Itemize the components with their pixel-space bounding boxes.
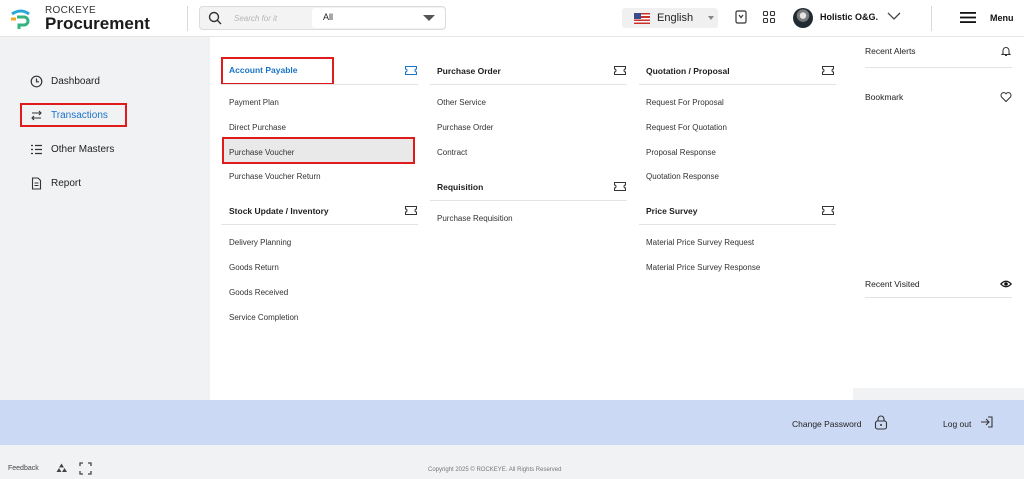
search-scope-select[interactable]: All — [312, 8, 445, 28]
section-title-requisition[interactable]: Requisition — [437, 182, 483, 196]
menu-link-material-price-survey-response[interactable]: Material Price Survey Response — [646, 263, 760, 272]
nav-item-transactions[interactable]: Transactions — [20, 103, 127, 127]
nav-item-other-masters[interactable]: Other Masters — [20, 138, 114, 160]
top-header: ROCKEYE Procurement All English Holistic… — [0, 0, 1024, 37]
menu-link-purchase-requisition[interactable]: Purchase Requisition — [437, 214, 513, 223]
lock-icon[interactable] — [873, 414, 889, 430]
nav-item-dashboard[interactable]: Dashboard — [20, 70, 100, 92]
recycle-icon[interactable] — [55, 462, 68, 475]
copyright-text: Copyright 2025 © ROCKEYE. All Rights Res… — [428, 467, 562, 473]
menu-link-purchase-voucher[interactable]: Purchase Voucher — [229, 148, 294, 157]
nav-item-report[interactable]: Report — [20, 172, 81, 194]
language-label: English — [657, 12, 694, 24]
nav-label-report: Report — [51, 177, 82, 189]
menu-link-material-price-survey-request[interactable]: Material Price Survey Request — [646, 238, 754, 247]
section-divider — [221, 84, 418, 85]
search-input[interactable] — [234, 10, 306, 27]
section-divider — [639, 84, 836, 85]
menu-link-purchase-order[interactable]: Purchase Order — [437, 123, 493, 132]
search-scope-value: All — [323, 12, 334, 22]
menu-link-proposal-response[interactable]: Proposal Response — [646, 148, 716, 157]
section-title-account-payable[interactable]: Account Payable — [229, 65, 298, 79]
language-selector[interactable]: English — [622, 8, 718, 28]
menu-link-request-for-quotation[interactable]: Request For Quotation — [646, 123, 727, 132]
header-divider — [187, 6, 188, 31]
swap-arrows-icon — [31, 110, 42, 120]
menu-link-service-completion[interactable]: Service Completion — [229, 313, 298, 322]
section-divider — [639, 224, 836, 225]
chevron-down-icon[interactable] — [887, 11, 901, 21]
menu-link-other-service[interactable]: Other Service — [437, 98, 486, 107]
ticket-icon — [614, 182, 626, 191]
logout-icon[interactable] — [979, 414, 995, 430]
bookmark-icon[interactable] — [734, 10, 748, 24]
hamburger-menu-icon[interactable] — [960, 11, 976, 24]
ticket-icon — [405, 206, 417, 215]
heart-icon[interactable] — [1000, 91, 1012, 103]
menu-link-payment-plan[interactable]: Payment Plan — [229, 98, 279, 107]
org-name[interactable]: Holistic O&G. — [820, 12, 878, 22]
menu-link-direct-purchase[interactable]: Direct Purchase — [229, 123, 286, 132]
menu-link-request-for-proposal[interactable]: Request For Proposal — [646, 98, 724, 107]
document-icon — [31, 176, 42, 190]
apps-grid-icon[interactable] — [762, 10, 776, 24]
menu-link-quotation-response[interactable]: Quotation Response — [646, 172, 719, 181]
bookmark-title: Bookmark — [865, 92, 904, 102]
brand-product: Procurement — [45, 14, 150, 33]
chevron-down-icon — [423, 15, 435, 21]
avatar[interactable] — [793, 8, 813, 28]
section-divider — [430, 84, 627, 85]
logout-link[interactable]: Log out — [943, 419, 971, 429]
fullscreen-icon[interactable] — [79, 462, 92, 475]
ticket-icon — [405, 66, 417, 75]
search-icon[interactable] — [208, 11, 222, 25]
clock-icon — [30, 75, 43, 87]
bell-icon[interactable] — [1000, 45, 1012, 57]
us-flag-icon — [634, 13, 650, 24]
nav-label-dashboard: Dashboard — [51, 75, 100, 87]
right-side-panel — [853, 37, 1024, 388]
ticket-icon — [614, 66, 626, 75]
nav-label-other-masters: Other Masters — [51, 143, 115, 155]
section-title-price-survey[interactable]: Price Survey — [646, 206, 698, 220]
section-title-purchase-order[interactable]: Purchase Order — [437, 66, 501, 80]
account-actions-bar — [0, 400, 1024, 445]
rockeye-logo-icon — [11, 9, 30, 29]
menu-label[interactable]: Menu — [990, 13, 1014, 23]
nav-label-transactions: Transactions — [51, 109, 108, 121]
eye-icon[interactable] — [1000, 278, 1012, 290]
feedback-link[interactable]: Feedback — [8, 465, 39, 472]
ticket-icon — [822, 206, 834, 215]
section-divider — [430, 200, 627, 201]
section-divider — [221, 224, 418, 225]
change-password-link[interactable]: Change Password — [792, 419, 861, 429]
section-title-quotation-proposal[interactable]: Quotation / Proposal — [646, 66, 730, 80]
menu-link-goods-received[interactable]: Goods Received — [229, 288, 288, 297]
menu-link-contract[interactable]: Contract — [437, 148, 467, 157]
header-divider — [931, 6, 932, 31]
recent-alerts-title: Recent Alerts — [865, 46, 916, 56]
menu-link-delivery-planning[interactable]: Delivery Planning — [229, 238, 291, 247]
caret-down-icon — [708, 16, 714, 20]
menu-link-goods-return[interactable]: Goods Return — [229, 263, 279, 272]
list-icon — [31, 144, 42, 154]
panel-divider — [865, 297, 1012, 298]
ticket-icon — [822, 66, 834, 75]
section-title-stock-update[interactable]: Stock Update / Inventory — [229, 206, 329, 220]
panel-divider — [865, 67, 1012, 68]
recent-visited-title: Recent Visited — [865, 279, 920, 289]
search-bar: All — [199, 6, 446, 30]
menu-link-purchase-voucher-return[interactable]: Purchase Voucher Return — [229, 172, 321, 181]
